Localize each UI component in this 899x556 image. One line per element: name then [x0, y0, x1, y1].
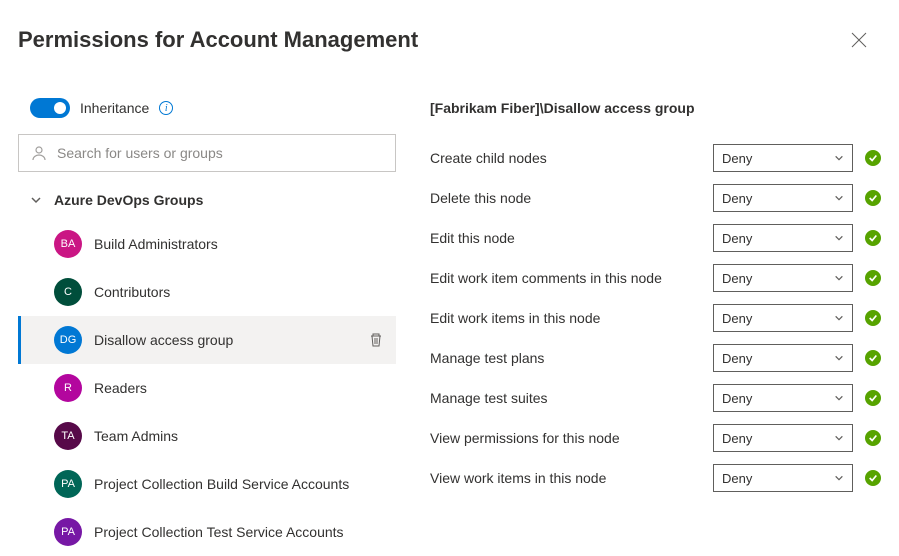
permission-row: Manage test plans Deny	[430, 338, 881, 378]
permission-label: Edit work items in this node	[430, 310, 701, 326]
permission-label: Manage test plans	[430, 350, 701, 366]
permission-row: View work items in this node Deny	[430, 458, 881, 498]
chevron-down-icon	[30, 194, 42, 206]
chevron-down-icon	[834, 393, 844, 403]
group-list: BA Build Administrators C Contributors DG Dis…	[18, 220, 396, 556]
permission-select[interactable]: Deny	[713, 224, 853, 252]
permission-label: View work items in this node	[430, 470, 701, 486]
success-icon	[865, 190, 881, 206]
permission-label: View permissions for this node	[430, 430, 701, 446]
permission-value: Deny	[722, 471, 752, 486]
chevron-down-icon	[834, 273, 844, 283]
selected-group-title: [Fabrikam Fiber]\Disallow access group	[430, 100, 881, 116]
groups-header[interactable]: Azure DevOps Groups	[18, 180, 396, 220]
search-input[interactable]	[57, 145, 383, 161]
group-item[interactable]: R Readers	[18, 364, 396, 412]
success-icon	[865, 470, 881, 486]
permission-select[interactable]: Deny	[713, 464, 853, 492]
permission-row: Create child nodes Deny	[430, 138, 881, 178]
delete-icon[interactable]	[368, 332, 384, 348]
permission-row: Edit work items in this node Deny	[430, 298, 881, 338]
permission-label: Edit work item comments in this node	[430, 270, 701, 286]
success-icon	[865, 390, 881, 406]
permission-select[interactable]: Deny	[713, 184, 853, 212]
permission-label: Delete this node	[430, 190, 701, 206]
permission-value: Deny	[722, 351, 752, 366]
avatar: TA	[54, 422, 82, 450]
group-label: Project Collection Test Service Accounts	[94, 524, 384, 540]
groups-heading-label: Azure DevOps Groups	[54, 192, 203, 208]
chevron-down-icon	[834, 433, 844, 443]
info-icon[interactable]: i	[159, 101, 173, 115]
permission-list: Create child nodesDenyDelete this nodeDe…	[430, 138, 881, 498]
group-label: Project Collection Build Service Account…	[94, 476, 384, 492]
success-icon	[865, 310, 881, 326]
success-icon	[865, 150, 881, 166]
close-button[interactable]	[843, 24, 875, 56]
dialog-body: Inheritance i Azure DevOps Groups BA Buil…	[0, 96, 899, 556]
avatar: DG	[54, 326, 82, 354]
search-box[interactable]	[18, 134, 396, 172]
permission-row: Delete this node Deny	[430, 178, 881, 218]
chevron-down-icon	[834, 353, 844, 363]
permission-value: Deny	[722, 191, 752, 206]
group-label: Build Administrators	[94, 236, 384, 252]
avatar: BA	[54, 230, 82, 258]
success-icon	[865, 230, 881, 246]
group-item[interactable]: TA Team Admins	[18, 412, 396, 460]
permission-row: Edit this node Deny	[430, 218, 881, 258]
chevron-down-icon	[834, 473, 844, 483]
left-panel: Inheritance i Azure DevOps Groups BA Buil…	[18, 96, 396, 556]
avatar: C	[54, 278, 82, 306]
group-item[interactable]: BA Build Administrators	[18, 220, 396, 268]
person-icon	[31, 145, 47, 161]
permission-select[interactable]: Deny	[713, 344, 853, 372]
group-label: Team Admins	[94, 428, 384, 444]
permission-value: Deny	[722, 311, 752, 326]
permission-select[interactable]: Deny	[713, 264, 853, 292]
permission-row: Edit work item comments in this node Deny	[430, 258, 881, 298]
chevron-down-icon	[834, 313, 844, 323]
group-item[interactable]: DG Disallow access group	[18, 316, 396, 364]
dialog-header: Permissions for Account Management	[0, 0, 899, 64]
group-label: Disallow access group	[94, 332, 356, 348]
permission-select[interactable]: Deny	[713, 304, 853, 332]
permission-row: View permissions for this node Deny	[430, 418, 881, 458]
group-item[interactable]: C Contributors	[18, 268, 396, 316]
inheritance-label: Inheritance	[80, 100, 149, 116]
permission-value: Deny	[722, 431, 752, 446]
group-label: Readers	[94, 380, 384, 396]
chevron-down-icon	[834, 153, 844, 163]
permission-value: Deny	[722, 271, 752, 286]
inheritance-row: Inheritance i	[18, 96, 396, 130]
permission-select[interactable]: Deny	[713, 384, 853, 412]
close-icon	[851, 32, 867, 48]
inheritance-toggle[interactable]	[30, 98, 70, 118]
chevron-down-icon	[834, 233, 844, 243]
permission-select[interactable]: Deny	[713, 424, 853, 452]
group-item[interactable]: PA Project Collection Build Service Accou…	[18, 460, 396, 508]
permission-value: Deny	[722, 151, 752, 166]
permission-row: Manage test suites Deny	[430, 378, 881, 418]
dialog-title: Permissions for Account Management	[18, 27, 418, 53]
success-icon	[865, 270, 881, 286]
right-panel: [Fabrikam Fiber]\Disallow access group C…	[396, 96, 881, 556]
permission-select[interactable]: Deny	[713, 144, 853, 172]
chevron-down-icon	[834, 193, 844, 203]
avatar: PA	[54, 470, 82, 498]
avatar: R	[54, 374, 82, 402]
group-label: Contributors	[94, 284, 384, 300]
permission-value: Deny	[722, 231, 752, 246]
success-icon	[865, 430, 881, 446]
permission-value: Deny	[722, 391, 752, 406]
permission-label: Edit this node	[430, 230, 701, 246]
success-icon	[865, 350, 881, 366]
avatar: PA	[54, 518, 82, 546]
permission-label: Create child nodes	[430, 150, 701, 166]
permission-label: Manage test suites	[430, 390, 701, 406]
